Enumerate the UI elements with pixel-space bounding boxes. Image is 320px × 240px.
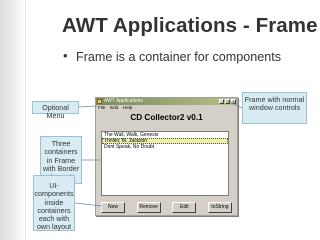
list-item[interactable]: Dont Speak, No Doubt (102, 144, 228, 150)
window-controls: _ □ × (219, 99, 236, 104)
callout-ui-components: UI-components inside containers each wit… (33, 175, 75, 231)
menu-bar: File Edit Help (96, 105, 237, 111)
app-window: AWT Applications _ □ × File Edit Help CD… (95, 97, 238, 216)
slide-decoration-line (25, 0, 26, 240)
callout-optional-menu: Optional Menu (32, 101, 79, 120)
track-list[interactable]: The Wall, Walk, Genesis Thriller, M. Jac… (101, 131, 229, 196)
callout-window-controls: Frame with normal window controls (242, 92, 307, 124)
menu-help[interactable]: Help (123, 105, 132, 111)
edit-button[interactable]: Edit (172, 202, 197, 213)
app-icon (97, 99, 102, 104)
menu-edit[interactable]: Edit (110, 105, 118, 111)
button-row: New Remove Edit toString (101, 202, 232, 214)
slide-decoration-band (0, 0, 25, 240)
bullet-text: Frame is a container for components (76, 50, 282, 64)
window-title: AWT Applications (104, 98, 143, 104)
minimize-icon[interactable]: _ (219, 99, 224, 104)
menu-file[interactable]: File (98, 105, 105, 111)
tostring-button[interactable]: toString (207, 202, 232, 213)
slide-title: AWT Applications - Frame (62, 14, 318, 37)
app-heading: CD Collector2 v0.1 (130, 113, 203, 122)
new-button[interactable]: New (101, 202, 125, 213)
maximize-icon[interactable]: □ (225, 99, 230, 104)
remove-button[interactable]: Remove (136, 202, 161, 213)
close-icon[interactable]: × (231, 99, 236, 104)
bullet-marker: • (63, 48, 68, 63)
window-titlebar[interactable]: AWT Applications _ □ × (96, 98, 237, 105)
